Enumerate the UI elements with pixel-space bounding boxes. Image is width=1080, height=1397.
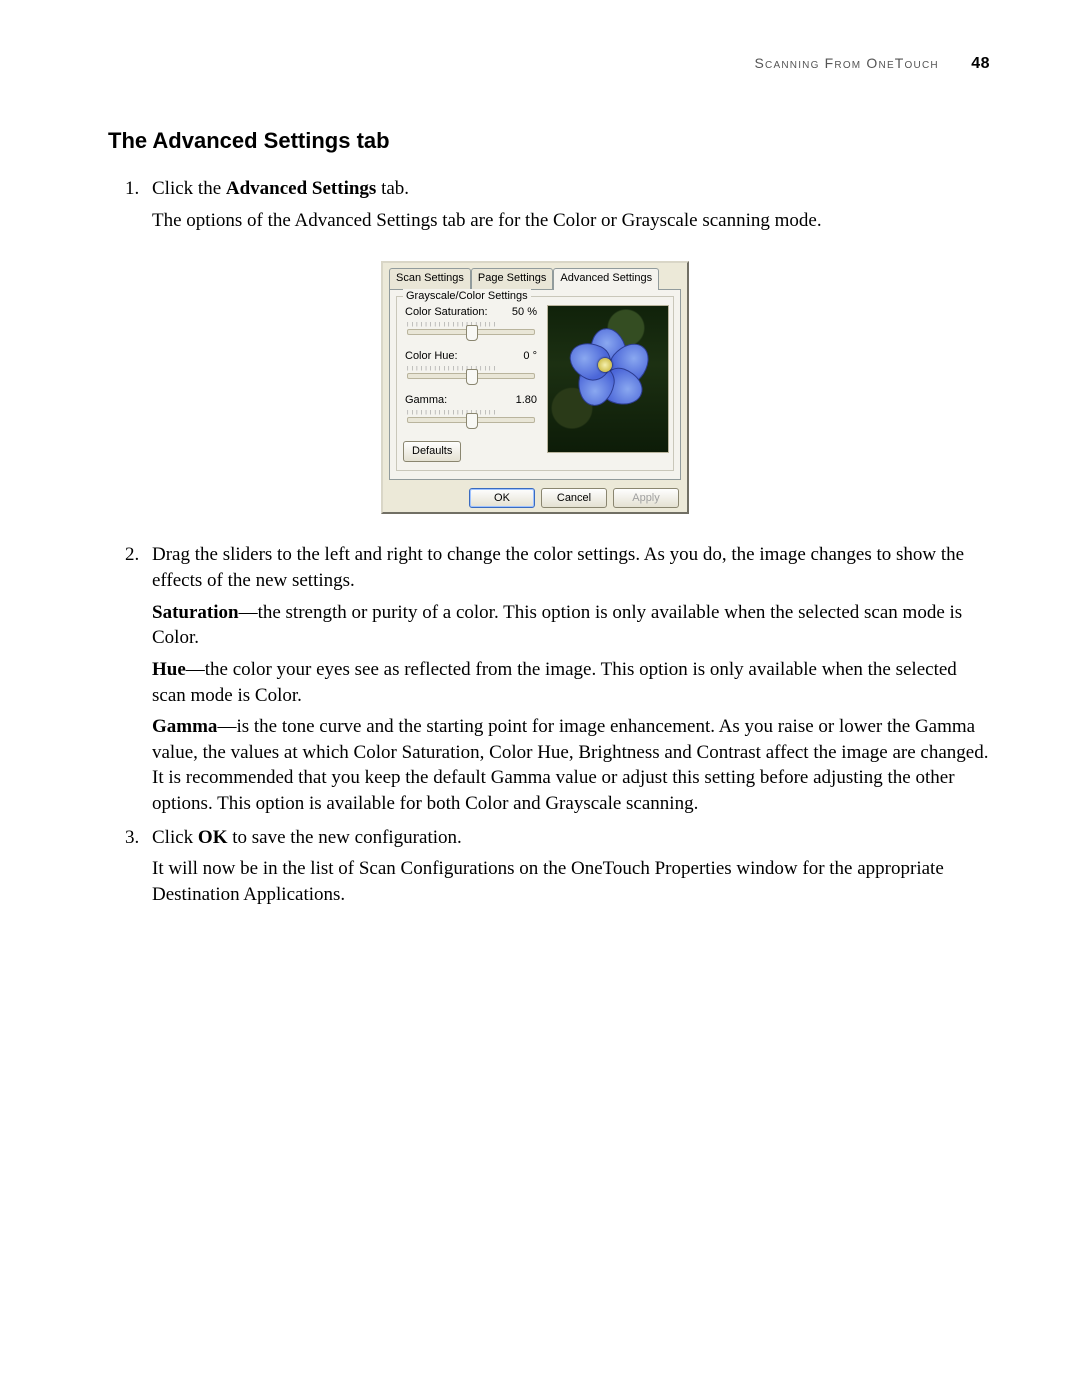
- tab-scan-settings[interactable]: Scan Settings: [389, 268, 471, 290]
- text: tab.: [376, 178, 409, 199]
- text-bold: Advanced Settings: [226, 178, 376, 199]
- dialog-buttons: OK Cancel Apply: [383, 486, 687, 509]
- page-header: Scanning From OneTouch 48: [108, 55, 990, 73]
- grayscale-color-settings-group: Grayscale/Color Settings Color Saturatio…: [396, 296, 674, 470]
- text-bold: Gamma: [152, 716, 217, 737]
- hue-value: 0 °: [523, 349, 537, 364]
- text: —the color your eyes see as reflected fr…: [152, 659, 957, 706]
- gamma-control: Gamma: 1.80 ||||||||||||||||||||: [403, 393, 539, 423]
- section-title: The Advanced Settings tab: [108, 128, 990, 154]
- tab-page-settings[interactable]: Page Settings: [471, 268, 554, 290]
- gamma-label: Gamma:: [405, 393, 447, 408]
- hue-label: Color Hue:: [405, 349, 458, 364]
- slider-thumb-icon[interactable]: [466, 369, 478, 385]
- saturation-slider[interactable]: [407, 329, 535, 335]
- text: Click: [152, 827, 198, 848]
- text: Click the: [152, 178, 226, 199]
- gamma-slider[interactable]: [407, 417, 535, 423]
- text-bold: Hue: [152, 659, 186, 680]
- hue-slider[interactable]: [407, 373, 535, 379]
- dialog-figure: Scan Settings Page Settings Advanced Set…: [116, 261, 954, 514]
- tab-advanced-settings[interactable]: Advanced Settings: [553, 268, 659, 290]
- gamma-value: 1.80: [516, 393, 537, 408]
- ok-button[interactable]: OK: [469, 488, 535, 509]
- apply-button[interactable]: Apply: [613, 488, 679, 509]
- text: —the strength or purity of a color. This…: [152, 602, 962, 649]
- text: Drag the sliders to the left and right t…: [152, 542, 990, 593]
- slider-thumb-icon[interactable]: [466, 325, 478, 341]
- text: to save the new configuration.: [227, 827, 461, 848]
- saturation-label: Color Saturation:: [405, 305, 488, 320]
- slider-thumb-icon[interactable]: [466, 413, 478, 429]
- saturation-value: 50 %: [512, 305, 537, 320]
- tab-page: Grayscale/Color Settings Color Saturatio…: [389, 289, 681, 479]
- text: It will now be in the list of Scan Confi…: [152, 856, 990, 907]
- hue-control: Color Hue: 0 ° ||||||||||||||||||||: [403, 349, 539, 379]
- tabs-row: Scan Settings Page Settings Advanced Set…: [383, 263, 687, 289]
- header-page-number: 48: [971, 55, 990, 72]
- saturation-control: Color Saturation: 50 % |||||||||||||||||…: [403, 305, 539, 335]
- step-2: Drag the sliders to the left and right t…: [144, 542, 990, 816]
- advanced-settings-dialog: Scan Settings Page Settings Advanced Set…: [381, 261, 689, 514]
- group-legend: Grayscale/Color Settings: [403, 289, 531, 304]
- preview-image: [547, 305, 669, 453]
- defaults-button[interactable]: Defaults: [403, 441, 461, 462]
- text: The options of the Advanced Settings tab…: [152, 208, 990, 234]
- text-bold: Saturation: [152, 602, 239, 623]
- step-1: Click the Advanced Settings tab. The opt…: [144, 176, 990, 514]
- step-list: Click the Advanced Settings tab. The opt…: [108, 176, 990, 908]
- text-bold: OK: [198, 827, 228, 848]
- cancel-button[interactable]: Cancel: [541, 488, 607, 509]
- step-3: Click OK to save the new configuration. …: [144, 825, 990, 908]
- text: —is the tone curve and the starting poin…: [152, 716, 988, 814]
- page: Scanning From OneTouch 48 The Advanced S…: [0, 0, 1080, 1397]
- preview-column: [547, 305, 667, 453]
- header-section: Scanning From OneTouch: [755, 55, 939, 71]
